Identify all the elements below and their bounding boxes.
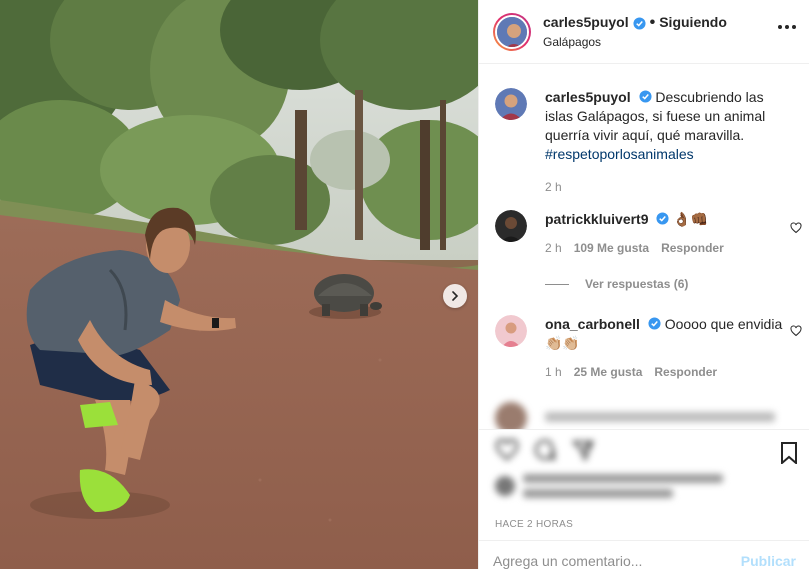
chevron-right-icon <box>452 291 459 301</box>
comment-meta: 1 h 25 Me gusta Responder <box>545 363 795 382</box>
verified-badge-icon <box>638 90 652 103</box>
bookmark-icon[interactable] <box>780 442 798 464</box>
publish-button[interactable]: Publicar <box>741 553 796 569</box>
verified-badge-icon <box>656 212 669 225</box>
comment-icon[interactable] <box>533 438 557 462</box>
avatar-image <box>497 16 527 47</box>
post-header: carles5puyol • Siguiendo Galápagos <box>479 0 809 64</box>
divider <box>545 283 569 285</box>
author-avatar[interactable] <box>493 12 531 51</box>
author-username[interactable]: carles5puyol <box>543 14 629 32</box>
action-icons <box>495 438 595 462</box>
add-comment-bar: Publicar <box>479 540 809 569</box>
avatar <box>495 402 527 429</box>
header-text: carles5puyol • Siguiendo Galápagos <box>543 13 727 50</box>
caption-body: carles5puyol Descubriendo las islas Galá… <box>545 88 795 197</box>
view-replies-button[interactable]: Ver respuestas (6) <box>545 277 688 291</box>
comment-meta: 2 h 109 Me gusta Responder <box>545 239 795 258</box>
comment-item: patrickkluivert9 👌🏾👊🏾 2 h 109 Me gusta R… <box>495 210 809 258</box>
comment-input[interactable] <box>493 552 741 569</box>
verified-badge-icon <box>648 317 661 330</box>
comments-list: carles5puyol Descubriendo las islas Galá… <box>479 64 809 429</box>
post-timestamp: HACE 2 HORAS <box>495 519 574 530</box>
comment-body: ona_carbonell Ooooo que envidia 👏🏼👏🏼 1 h… <box>545 315 795 382</box>
comment-likes[interactable]: 109 Me gusta <box>574 239 649 258</box>
heart-icon[interactable] <box>790 325 802 337</box>
avatar-image <box>495 88 527 120</box>
post-panel: carles5puyol • Siguiendo Galápagos carle… <box>478 0 809 569</box>
view-replies-label: Ver respuestas (6) <box>585 277 689 291</box>
comment-age: 1 h <box>545 365 562 379</box>
likes-summary <box>495 474 723 498</box>
instagram-post: carles5puyol • Siguiendo Galápagos carle… <box>0 0 809 569</box>
comment-item: ona_carbonell Ooooo que envidia 👏🏼👏🏼 1 h… <box>495 315 809 382</box>
follow-status-button[interactable]: Siguiendo <box>659 14 727 32</box>
photo-illustration <box>0 0 478 569</box>
avatar-image <box>495 210 527 242</box>
caption: carles5puyol Descubriendo las islas Galá… <box>495 88 809 197</box>
separator-dot: • <box>649 14 656 31</box>
reply-button[interactable]: Responder <box>654 363 717 382</box>
obscured-text <box>545 412 775 422</box>
comment-item-obscured <box>495 402 809 429</box>
verified-badge-icon <box>633 16 646 30</box>
more-options-icon[interactable] <box>778 25 796 29</box>
hashtag-link[interactable]: #respetoporlosanimales <box>545 146 694 162</box>
avatar[interactable] <box>495 88 527 120</box>
caption-age: 2 h <box>545 180 562 194</box>
comment-username[interactable]: ona_carbonell <box>545 316 640 332</box>
like-heart-icon[interactable] <box>495 438 519 462</box>
post-photo[interactable] <box>0 0 478 569</box>
comment-text: 👌🏾👊🏾 <box>673 211 709 227</box>
avatar[interactable] <box>495 210 527 242</box>
reply-button[interactable]: Responder <box>661 239 724 258</box>
avatar-image <box>495 315 527 347</box>
caption-username[interactable]: carles5puyol <box>545 89 631 105</box>
location-link[interactable]: Galápagos <box>543 35 727 50</box>
comment-likes[interactable]: 25 Me gusta <box>574 363 643 382</box>
post-actions: HACE 2 HORAS Publicar <box>479 429 809 569</box>
avatar[interactable] <box>495 315 527 347</box>
avatar <box>495 14 529 49</box>
next-photo-button[interactable] <box>443 284 467 308</box>
avatar <box>495 476 515 496</box>
comment-username[interactable]: patrickkluivert9 <box>545 211 649 227</box>
likes-text-lines <box>523 474 723 498</box>
share-icon[interactable] <box>571 438 595 462</box>
comment-age: 2 h <box>545 241 562 255</box>
heart-icon[interactable] <box>790 222 802 234</box>
comment-body: patrickkluivert9 👌🏾👊🏾 2 h 109 Me gusta R… <box>545 210 795 258</box>
